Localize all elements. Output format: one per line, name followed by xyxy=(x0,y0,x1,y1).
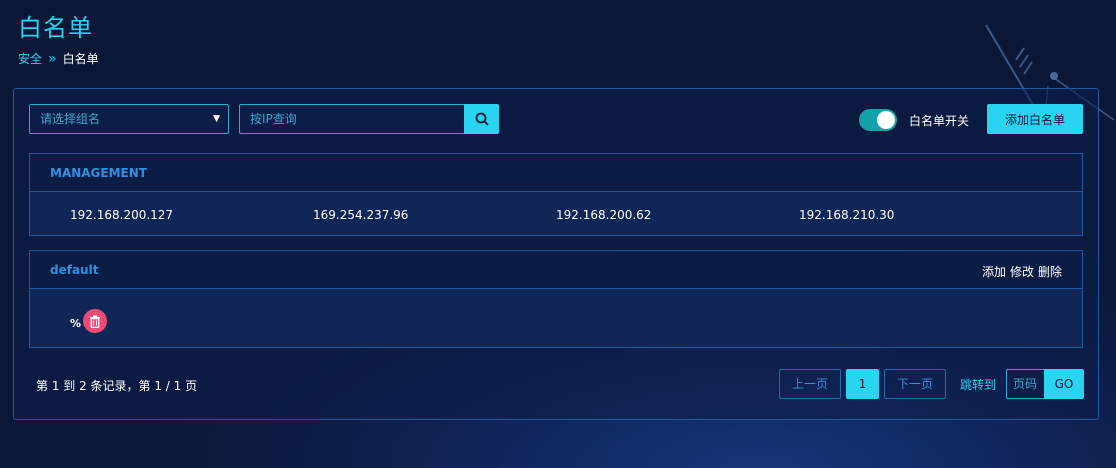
page-number-button[interactable]: 1 xyxy=(845,369,879,399)
pagination: 上一页 1 下一页 跳转到 GO xyxy=(778,369,1084,399)
group-ip-list: % xyxy=(30,289,1082,347)
trash-icon xyxy=(90,315,100,328)
group-select[interactable]: 请选择组名 ▼ xyxy=(29,104,229,134)
ip-entry: 192.168.200.127 xyxy=(70,208,174,222)
prev-page-button[interactable]: 上一页 xyxy=(778,369,841,399)
whitelist-panel: 请选择组名 ▼ 白名单开关 添加白名单 MANAGEMENT 192.168.2… xyxy=(13,88,1099,420)
group-select-placeholder: 请选择组名 xyxy=(40,112,101,126)
ip-entry: 192.168.200.62 xyxy=(556,208,652,222)
group-header: MANAGEMENT xyxy=(30,154,1082,192)
group-add-link[interactable]: 添加 xyxy=(982,263,1006,280)
whitelist-toggle[interactable] xyxy=(859,109,897,131)
jump-to-label: 跳转到 xyxy=(959,377,996,392)
group-card-management: MANAGEMENT 192.168.200.127 169.254.237.9… xyxy=(29,153,1083,236)
group-actions: 添加 修改 删除 xyxy=(982,263,1062,280)
go-button[interactable]: GO xyxy=(1044,369,1084,399)
record-summary: 第 1 到 2 条记录，第 1 / 1 页 xyxy=(36,379,198,393)
breadcrumb-current: 白名单 xyxy=(62,52,99,66)
breadcrumb-link-security[interactable]: 安全 xyxy=(18,50,42,67)
group-header: default 添加 修改 删除 xyxy=(30,251,1082,289)
ip-entry: 169.254.237.96 xyxy=(313,208,409,222)
group-ip-list: 192.168.200.127 169.254.237.96 192.168.2… xyxy=(30,192,1082,235)
group-name: MANAGEMENT xyxy=(50,166,147,180)
group-edit-link[interactable]: 修改 xyxy=(1010,263,1034,280)
breadcrumb: 安全 » 白名单 xyxy=(18,50,99,67)
page-title: 白名单 xyxy=(18,14,93,42)
breadcrumb-separator-icon: » xyxy=(48,50,57,67)
group-name: default xyxy=(50,263,99,277)
ip-search-input[interactable] xyxy=(239,104,464,134)
next-page-button[interactable]: 下一页 xyxy=(883,369,946,399)
search-icon xyxy=(475,112,489,126)
toolbar: 请选择组名 ▼ 白名单开关 添加白名单 xyxy=(29,104,1083,134)
search-box xyxy=(239,104,499,134)
add-whitelist-button[interactable]: 添加白名单 xyxy=(987,104,1083,134)
delete-entry-button[interactable] xyxy=(83,309,107,333)
toggle-knob xyxy=(877,111,895,129)
group-card-default: default 添加 修改 删除 % xyxy=(29,250,1083,348)
ip-entry: 192.168.210.30 xyxy=(799,208,895,222)
search-button[interactable] xyxy=(464,104,499,134)
whitelist-toggle-label: 白名单开关 xyxy=(908,114,969,128)
ip-entry: % xyxy=(70,317,82,330)
caret-down-icon: ▼ xyxy=(213,114,220,124)
group-delete-link[interactable]: 删除 xyxy=(1038,263,1062,280)
page-number-input[interactable] xyxy=(1006,369,1044,399)
